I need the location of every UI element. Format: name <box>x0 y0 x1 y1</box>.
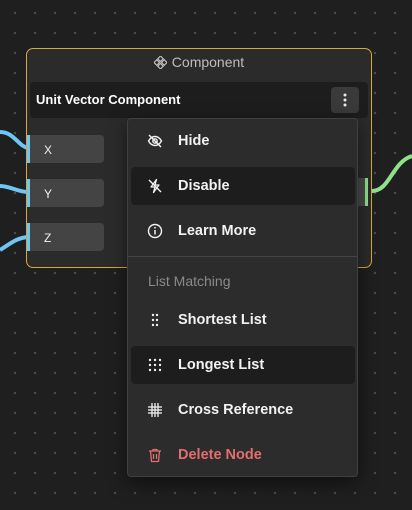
input-port-z[interactable]: Z <box>27 223 104 251</box>
node-header-label: Component <box>171 54 245 70</box>
wire-out <box>371 154 412 193</box>
wire-x <box>0 130 29 150</box>
menu-item-label: Delete Node <box>178 447 262 463</box>
bolt-off-icon <box>147 178 163 194</box>
port-label: X <box>44 143 53 157</box>
menu-item-label: Longest List <box>178 357 265 373</box>
menu-item-learn-more[interactable]: Learn More <box>131 212 355 250</box>
menu-divider <box>128 256 357 257</box>
trash-icon <box>147 447 163 463</box>
input-port-y[interactable]: Y <box>27 179 104 207</box>
menu-item-cross-reference[interactable]: Cross Reference <box>131 391 355 429</box>
kebab-icon <box>343 93 347 107</box>
dots-grid-large-icon <box>147 357 163 373</box>
eye-off-icon <box>147 133 163 149</box>
wire-z <box>0 235 29 252</box>
menu-item-label: Learn More <box>178 223 257 239</box>
node-title-bar[interactable]: Unit Vector Component <box>30 82 368 118</box>
dots-grid-small-icon <box>147 312 163 328</box>
cross-grid-icon <box>147 402 163 418</box>
menu-item-label: Shortest List <box>178 312 267 328</box>
menu-item-shortest-list[interactable]: Shortest List <box>131 301 355 339</box>
node-header: Component <box>27 49 371 75</box>
node-title: Unit Vector Component <box>36 92 181 107</box>
menu-item-hide[interactable]: Hide <box>131 122 355 160</box>
port-label: Y <box>44 187 53 201</box>
component-icon <box>153 55 167 69</box>
port-label: Z <box>44 231 52 245</box>
context-menu: Hide Disable Learn More List Matching Sh… <box>127 118 358 477</box>
wire-y <box>0 184 29 194</box>
list-matching-label: List Matching <box>148 273 231 289</box>
menu-item-longest-list[interactable]: Longest List <box>131 346 355 384</box>
input-port-x[interactable]: X <box>27 135 104 163</box>
menu-item-disable[interactable]: Disable <box>131 167 355 205</box>
more-options-button[interactable] <box>331 87 359 113</box>
menu-item-delete-node[interactable]: Delete Node <box>131 436 355 474</box>
menu-item-label: Disable <box>178 178 230 194</box>
info-icon <box>147 223 163 239</box>
menu-item-label: Hide <box>178 133 210 149</box>
menu-item-label: Cross Reference <box>178 402 294 418</box>
